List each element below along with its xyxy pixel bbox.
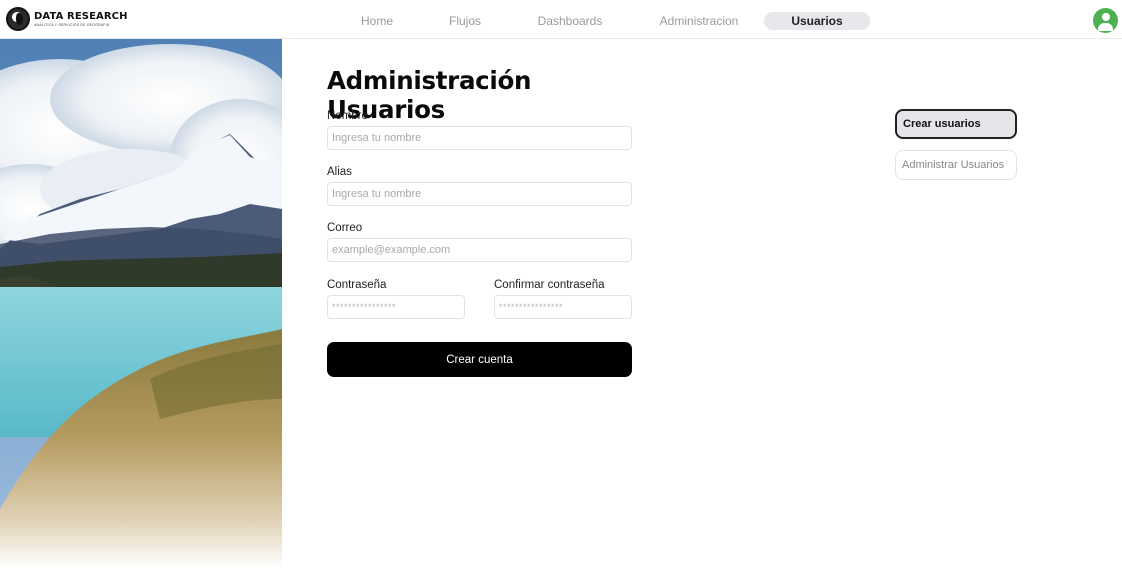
logo-title: DATA RESEARCH bbox=[34, 11, 128, 22]
nav-flujos[interactable]: Flujos bbox=[424, 12, 506, 30]
nav-administracion[interactable]: Administracion bbox=[634, 12, 764, 30]
create-account-button[interactable]: Crear cuenta bbox=[327, 342, 632, 377]
correo-field[interactable] bbox=[327, 238, 632, 262]
nombre-label: Nombre bbox=[327, 110, 368, 122]
top-navigation-bar: DATA RESEARCH ANALITICA Y SERVICIOS DE G… bbox=[0, 0, 1122, 39]
manage-users-button[interactable]: Administrar Usuarios bbox=[895, 150, 1017, 180]
main-nav: Home Flujos Dashboards Administracion Us… bbox=[330, 12, 870, 30]
logo-subtitle: ANALITICA Y SERVICIOS DE GEOGRAFIA bbox=[34, 23, 110, 27]
confirm-password-field[interactable] bbox=[494, 295, 632, 319]
logo-text: DATA RESEARCH ANALITICA Y SERVICIOS DE G… bbox=[34, 11, 128, 27]
landscape-image bbox=[0, 39, 282, 568]
user-avatar[interactable] bbox=[1093, 8, 1118, 33]
password-label: Contraseña bbox=[327, 279, 387, 291]
globe-logo-icon bbox=[6, 7, 30, 31]
nombre-field[interactable] bbox=[327, 126, 632, 150]
brand-logo[interactable]: DATA RESEARCH ANALITICA Y SERVICIOS DE G… bbox=[6, 7, 128, 31]
confirm-password-label: Confirmar contraseña bbox=[494, 279, 605, 291]
create-users-button[interactable]: Crear usuarios bbox=[895, 109, 1017, 139]
nav-home[interactable]: Home bbox=[330, 12, 424, 30]
alias-label: Alias bbox=[327, 166, 352, 178]
page-title: Administración Usuarios bbox=[327, 66, 532, 124]
correo-label: Correo bbox=[327, 222, 363, 234]
password-field[interactable] bbox=[327, 295, 465, 319]
main-content: Administración Usuarios bbox=[327, 60, 637, 124]
nav-dashboards[interactable]: Dashboards bbox=[506, 12, 634, 30]
alias-field[interactable] bbox=[327, 182, 632, 206]
nav-usuarios[interactable]: Usuarios bbox=[764, 12, 870, 30]
